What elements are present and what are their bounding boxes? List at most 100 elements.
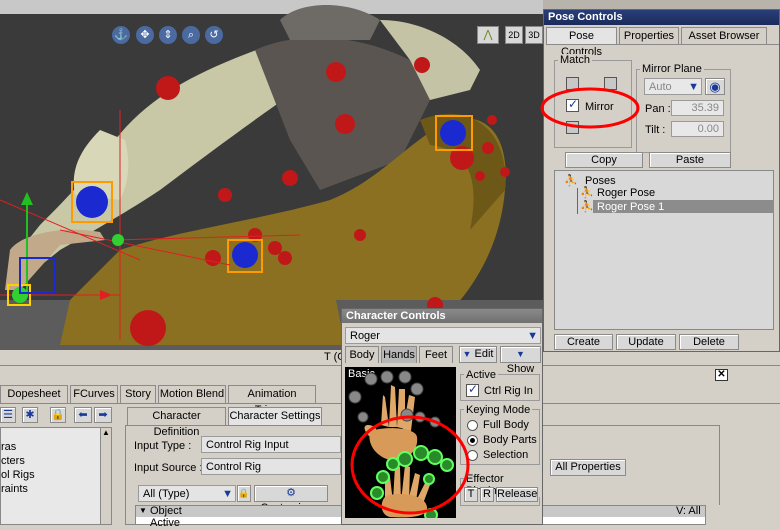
type-filter-select[interactable]: All (Type) ▼ [138, 485, 236, 502]
2d-icon[interactable]: 2D [505, 26, 523, 44]
poses-tree[interactable]: ⛹ Poses ⛹ Roger Pose ⛹ Roger Pose 1 [554, 170, 774, 330]
edit-label: Edit [474, 348, 494, 360]
chevron-down-icon: ▼ [527, 330, 538, 342]
paste-button[interactable]: Paste [649, 152, 731, 168]
input-source-select[interactable]: Control Rig [201, 458, 341, 475]
hands-diagram[interactable] [345, 367, 456, 518]
all-properties-button[interactable]: All Properties [550, 459, 626, 476]
mirror-label[interactable]: Mirror [585, 100, 614, 114]
pose-controls-panel: Pose Controls Pose Controls Properties A… [543, 9, 780, 352]
create-button[interactable]: Create [554, 334, 613, 350]
hands-view[interactable]: Basic [345, 367, 456, 518]
ctrl-rig-in-checkbox[interactable] [466, 382, 479, 397]
back-arrow-icon[interactable]: ⬅ [74, 407, 92, 423]
input-source-label: Input Source : [134, 462, 203, 474]
tab-properties[interactable]: Properties [619, 27, 679, 44]
type-filter-value: All (Type) [143, 488, 190, 500]
edit-button[interactable]: ▼ Edit [459, 346, 497, 363]
move-icon[interactable]: ✥ [136, 26, 154, 44]
mirror-plane-value: Auto [649, 81, 672, 93]
navigator-toolbar: ☰ ✱ 🔒 ⬅ ➡ [0, 405, 115, 425]
tab-fcurves[interactable]: FCurves [70, 385, 118, 403]
3d-icon[interactable]: 3D [525, 26, 543, 44]
gear-icon: ⚙ [286, 487, 296, 499]
body-parts-label[interactable]: Body Parts [483, 433, 537, 447]
character-controls-panel: Character Controls Roger ▼ Body Hands Fe… [341, 308, 543, 525]
full-body-label[interactable]: Full Body [483, 418, 529, 432]
tab-dopesheet[interactable]: Dopesheet [0, 385, 68, 403]
pan-field[interactable]: 35.39 [671, 100, 724, 116]
expand-icon[interactable]: ▼ [139, 504, 147, 518]
tab-asset-browser[interactable]: Asset Browser [681, 27, 767, 44]
vertical-arrows-icon[interactable]: ⇕ [159, 26, 177, 44]
full-body-radio[interactable] [467, 420, 478, 431]
mirror-plane-select[interactable]: Auto ▼ [644, 78, 702, 95]
tab-feet[interactable]: Feet [419, 346, 453, 363]
tab-animation-trigger[interactable]: Animation Trigger [228, 385, 316, 416]
gravity-checkbox[interactable] [566, 121, 579, 134]
pin-translation-button[interactable]: T [464, 487, 478, 502]
input-type-select[interactable]: Control Rig Input [201, 436, 341, 453]
pose-item-icon: ⛹ [580, 187, 594, 199]
wand-icon[interactable]: ✱ [22, 407, 38, 423]
pose-controls-titlebar[interactable]: Pose Controls [544, 10, 779, 25]
match-r-checkbox[interactable] [604, 77, 617, 90]
customize-button[interactable]: ⚙ Customize... [254, 485, 328, 514]
chevron-down-icon: ▼ [688, 81, 699, 93]
pose-item-selected[interactable]: Roger Pose 1 [593, 200, 774, 213]
character-select[interactable]: Roger ▼ [345, 327, 541, 344]
tab-pose-controls[interactable]: Pose Controls [546, 27, 617, 58]
tab-motion-blend[interactable]: Motion Blend [158, 385, 226, 403]
match-t-checkbox[interactable] [566, 77, 579, 90]
show-button[interactable]: ▼ Show [500, 346, 541, 375]
tilt-field[interactable]: 0.00 [671, 121, 724, 137]
curve-icon[interactable]: ⋀ [477, 26, 499, 44]
lock-icon[interactable]: 🔒 [50, 407, 66, 423]
pose-folder-icon: ⛹ [564, 175, 578, 187]
close-icon[interactable]: ✕ [715, 369, 728, 381]
undo-circle-icon[interactable]: ↺ [205, 26, 223, 44]
tree-item[interactable]: cters [1, 454, 25, 468]
tab-story[interactable]: Story [120, 385, 156, 403]
ctrl-rig-in-label[interactable]: Ctrl Rig In [484, 384, 533, 398]
tilt-value: 0.00 [697, 123, 719, 135]
tree-scrollbar[interactable]: ▲ [100, 428, 111, 524]
chevron-down-icon: ▼ [516, 349, 525, 359]
mirror-checkbox[interactable] [566, 97, 579, 112]
body-parts-radio[interactable] [467, 435, 478, 446]
update-button[interactable]: Update [616, 334, 676, 350]
table-scrollbar[interactable] [705, 505, 720, 525]
character-controls-titlebar[interactable]: Character Controls [342, 309, 542, 323]
tree-item[interactable]: raints [1, 482, 28, 496]
pose-item-label: Roger Pose 1 [597, 201, 665, 213]
pose-item-label: Roger Pose [597, 187, 656, 199]
scroll-up-icon[interactable]: ▲ [102, 428, 110, 437]
tree-item[interactable]: ras [1, 440, 16, 454]
navigator-tree[interactable]: ras cters ol Rigs raints ▲ [0, 427, 112, 525]
input-source-value: Control Rig [206, 461, 262, 473]
list-icon[interactable]: ☰ [0, 407, 16, 423]
forward-arrow-icon[interactable]: ➡ [94, 407, 112, 423]
selection-radio[interactable] [467, 450, 478, 461]
lock-icon[interactable]: 🔒 [237, 485, 251, 502]
chevron-down-icon: ▼ [222, 488, 233, 500]
pin-rotation-button[interactable]: R [480, 487, 494, 502]
anchor-icon[interactable]: ⚓ [112, 26, 130, 44]
mirror-plane-label: Mirror Plane [640, 63, 704, 75]
pose-item-icon: ⛹ [580, 201, 594, 213]
tab-hands[interactable]: Hands [381, 346, 417, 363]
zoom-icon[interactable]: ⌕ [182, 26, 200, 44]
character-value: Roger [350, 330, 380, 342]
selection-label[interactable]: Selection [483, 448, 528, 462]
tree-item[interactable]: ol Rigs [1, 468, 35, 482]
copy-button[interactable]: Copy [565, 152, 643, 168]
v-all-label: V: All [676, 505, 701, 517]
pose-item[interactable]: Roger Pose [593, 186, 774, 199]
active-row[interactable]: Active [150, 516, 180, 530]
delete-button[interactable]: Delete [679, 334, 739, 350]
tab-character-definition[interactable]: Character Definition [127, 407, 226, 438]
release-button[interactable]: Release [496, 487, 538, 502]
tab-character-settings[interactable]: Character Settings [228, 407, 322, 425]
tab-body[interactable]: Body [345, 346, 379, 363]
eye-icon[interactable]: ◉ [705, 78, 725, 95]
